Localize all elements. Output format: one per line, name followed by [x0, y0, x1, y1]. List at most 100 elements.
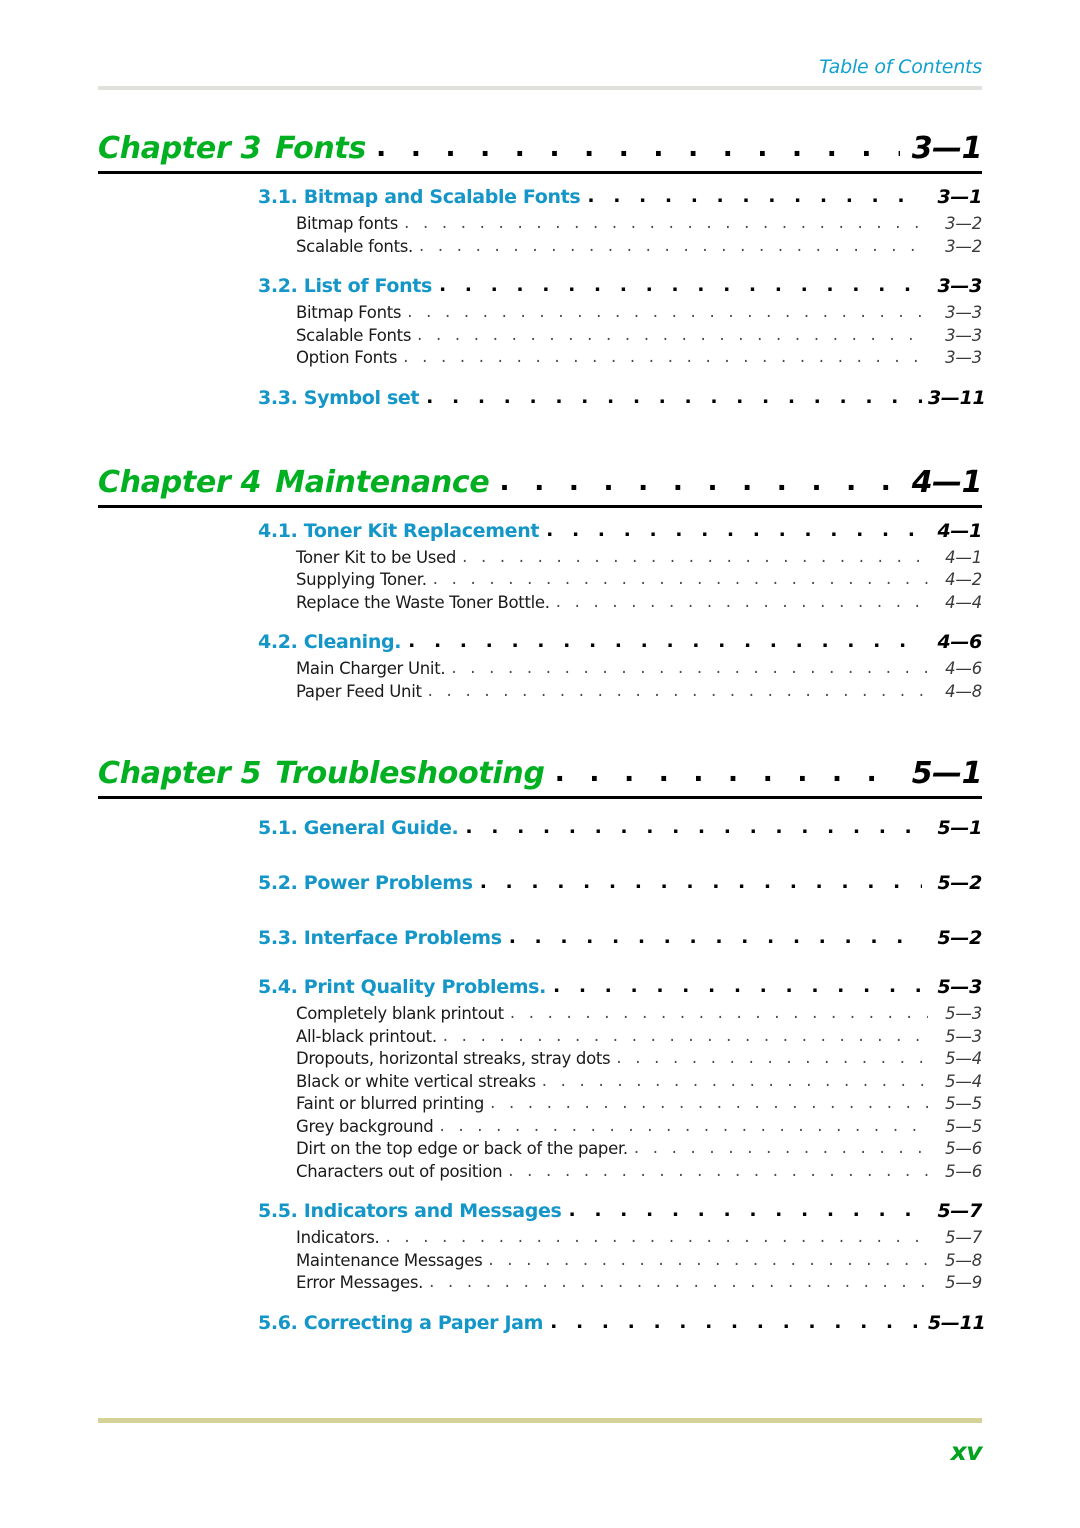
sub-entry-page-number: 4—1: [945, 547, 982, 567]
footer-divider: [98, 1418, 982, 1423]
sub-entry-title: Completely blank printout: [296, 1004, 504, 1023]
sub-entry[interactable]: Main Charger Unit. . . . . . . . . . . . …: [98, 658, 982, 681]
leader-dots: . . . . . . . . . . . . . . . . . . . . …: [439, 1115, 928, 1135]
section-entry[interactable]: 3.3. Symbol set . . . . . . . . . . . . .…: [98, 384, 986, 412]
sub-entry[interactable]: Completely blank printout . . . . . . . .…: [98, 1003, 982, 1026]
sub-entry-page-number: 5—3: [945, 1026, 982, 1046]
sub-entry[interactable]: Maintenance Messages. . . . . . . . . . …: [98, 1250, 982, 1273]
sub-entry-title: Scalable fonts.: [296, 236, 413, 256]
leader-dots: . . . . . . . . . . . . . . . . . . . . …: [554, 757, 900, 788]
sub-entry-list: Toner Kit to be Used. . . . . . . . . . …: [98, 547, 982, 615]
sub-entry-title: Option Fonts: [296, 348, 398, 367]
sub-entry-page-number: 4—2: [945, 570, 982, 589]
leader-dots: . . . . . . . . . . . . . . . . . . . . …: [479, 871, 922, 893]
sub-entry[interactable]: Paper Feed Unit. . . . . . . . . . . . .…: [98, 681, 982, 704]
section-page-number: 5—11: [928, 1311, 986, 1334]
sub-entry[interactable]: Dropouts, horizontal streaks, stray dots…: [98, 1048, 982, 1071]
sub-entry-page-number: 5—6: [945, 1161, 982, 1181]
sub-entry[interactable]: Faint or blurred printing . . . . . . . .…: [98, 1093, 982, 1116]
leader-dots: . . . . . . . . . . . . . . . . . . . . …: [408, 630, 922, 652]
section-title: 5.3. Interface Problems: [258, 927, 502, 949]
section-entry[interactable]: 5.1. General Guide. . . . . . . . . . . .…: [98, 808, 982, 849]
sub-entry[interactable]: Indicators. . . . . . . . . . . . . . . .…: [98, 1227, 982, 1250]
chapter-heading[interactable]: Chapter 5 Troubleshooting . . . . . . . . …: [98, 755, 983, 794]
section-title: 4.2. Cleaning.: [258, 631, 402, 653]
sub-entry[interactable]: Grey background. . . . . . . . . . . . .…: [98, 1116, 982, 1139]
sub-entry[interactable]: Replace the Waste Toner Bottle.. . . . .…: [98, 592, 982, 615]
sub-entry[interactable]: Bitmap fonts . . . . . . . . . . . . . . …: [98, 213, 982, 236]
sub-entry[interactable]: Scalable Fonts. . . . . . . . . . . . . …: [98, 325, 982, 348]
chapter-spacer: [98, 703, 982, 755]
sub-entry-title: Supplying Toner.: [296, 570, 427, 589]
section-entry[interactable]: 5.6. Correcting a Paper Jam . . . . . . .…: [98, 1309, 986, 1337]
sub-entry-title: Grey background: [296, 1116, 434, 1136]
sub-entry[interactable]: Option Fonts . . . . . . . . . . . . . . …: [98, 347, 982, 370]
sub-entry[interactable]: Supplying Toner. . . . . . . . . . . . . …: [98, 569, 982, 592]
sub-entry[interactable]: All-black printout.. . . . . . . . . . .…: [98, 1026, 982, 1049]
section-entry[interactable]: 5.5. Indicators and Messages . . . . . . …: [98, 1197, 982, 1225]
chapter-block: Chapter 3 Fonts . . . . . . . . . . . . . …: [98, 130, 986, 412]
leader-dots: . . . . . . . . . . . . . . . . . . . . …: [418, 235, 928, 255]
chapter-spacer: [98, 412, 982, 464]
chapter-divider: [98, 171, 982, 174]
leader-dots: . . . . . . . . . . . . . . . . . . . . …: [376, 132, 900, 163]
section-block: 5.4. Print Quality Problems. . . . . . . …: [98, 973, 982, 1183]
chapter-block: Chapter 5 Troubleshooting . . . . . . . . …: [98, 755, 986, 1337]
section-entry[interactable]: 5.2. Power Problems . . . . . . . . . . .…: [98, 863, 982, 904]
sub-entry[interactable]: Dirt on the top edge or back of the pape…: [98, 1138, 982, 1161]
sub-entry-page-number: 5—6: [945, 1139, 982, 1158]
section-block: 3.2. List of Fonts . . . . . . . . . . . …: [98, 272, 982, 370]
section-page-number: 3—3: [937, 275, 982, 297]
sub-entry-title: Faint or blurred printing: [296, 1094, 485, 1113]
leader-dots: . . . . . . . . . . . . . . . . . . . . …: [550, 1310, 922, 1333]
section-page-number: 5—3: [937, 976, 982, 998]
sub-entry-page-number: 3—2: [945, 236, 982, 256]
chapter-divider: [98, 796, 982, 799]
section-page-number: 5—2: [937, 927, 982, 949]
leader-dots: . . . . . . . . . . . . . . . . . . . . …: [546, 518, 922, 541]
sub-entry[interactable]: Toner Kit to be Used. . . . . . . . . . …: [98, 547, 982, 570]
section-block: 5.1. General Guide. . . . . . . . . . . .…: [98, 808, 982, 849]
chapter-heading[interactable]: Chapter 4 Maintenance . . . . . . . . . . …: [98, 464, 983, 503]
chapter-label: Chapter 4: [98, 464, 262, 500]
chapter-heading[interactable]: Chapter 3 Fonts . . . . . . . . . . . . . …: [98, 130, 983, 169]
chapter-page-number: 4—1: [911, 464, 983, 500]
section-page-number: 3—1: [937, 186, 982, 208]
sub-entry[interactable]: Error Messages. . . . . . . . . . . . . .…: [98, 1272, 982, 1295]
sub-entry-list: Indicators. . . . . . . . . . . . . . . .…: [98, 1227, 982, 1295]
section-entry[interactable]: 3.1. Bitmap and Scalable Fonts . . . . . …: [98, 183, 982, 211]
section-entry[interactable]: 3.2. List of Fonts . . . . . . . . . . . …: [98, 272, 982, 300]
sub-entry-page-number: 3—3: [945, 348, 982, 367]
section-entry[interactable]: 4.1. Toner Kit Replacement . . . . . . . …: [98, 517, 982, 545]
section-entry[interactable]: 5.4. Print Quality Problems. . . . . . . …: [98, 973, 982, 1001]
sub-entry-page-number: 5—4: [945, 1071, 982, 1091]
section-title: 5.1. General Guide.: [258, 817, 459, 839]
sub-entry-page-number: 3—3: [945, 303, 982, 322]
header-divider: [98, 86, 982, 90]
leader-dots: . . . . . . . . . . . . . . . . . . . . …: [568, 1199, 922, 1221]
sub-entry[interactable]: Characters out of position. . . . . . . …: [98, 1161, 982, 1184]
leader-dots: . . . . . . . . . . . . . . . . . . . . …: [509, 1003, 928, 1022]
section-page-number: 3—11: [928, 386, 986, 409]
sub-entry-title: Toner Kit to be Used: [296, 547, 457, 567]
leader-dots: . . . . . . . . . . . . . . . . . . . . …: [451, 658, 928, 677]
leader-dots: . . . . . . . . . . . . . . . . . . . . …: [438, 274, 922, 296]
leader-dots: . . . . . . . . . . . . . . . . . . . . …: [488, 1249, 928, 1269]
section-block: 3.1. Bitmap and Scalable Fonts . . . . . …: [98, 183, 982, 258]
chapter-label: Chapter 5: [98, 756, 262, 791]
chapter-block: Chapter 4 Maintenance . . . . . . . . . . …: [98, 464, 983, 704]
sub-entry[interactable]: Scalable fonts.. . . . . . . . . . . . .…: [98, 236, 982, 259]
section-entry[interactable]: 5.3. Interface Problems . . . . . . . . .…: [98, 918, 982, 959]
leader-dots: . . . . . . . . . . . . . . . . . . . . …: [404, 213, 928, 232]
chapter-divider: [98, 504, 982, 508]
section-block: 3.3. Symbol set . . . . . . . . . . . . .…: [98, 384, 986, 412]
sub-entry-title: Paper Feed Unit: [296, 681, 422, 701]
section-entry[interactable]: 4.2. Cleaning. . . . . . . . . . . . . . …: [98, 628, 982, 656]
section-block: 5.6. Correcting a Paper Jam . . . . . . .…: [98, 1309, 986, 1337]
sub-entry-title: Main Charger Unit.: [296, 659, 446, 678]
sub-entry-title: Maintenance Messages: [296, 1250, 483, 1270]
sub-entry[interactable]: Black or white vertical streaks. . . . .…: [98, 1071, 982, 1094]
sub-entry[interactable]: Bitmap Fonts . . . . . . . . . . . . . . …: [98, 302, 982, 325]
leader-dots: . . . . . . . . . . . . . . . . . . . . …: [442, 1025, 928, 1045]
sub-entry-list: Bitmap Fonts . . . . . . . . . . . . . . …: [98, 302, 982, 370]
